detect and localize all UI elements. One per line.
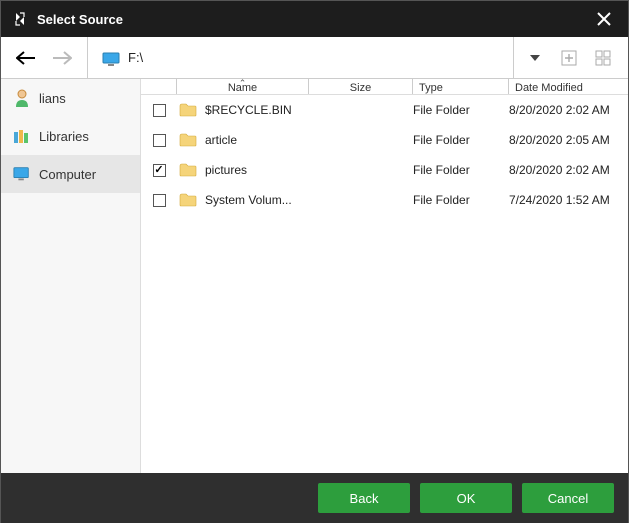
row-checkbox[interactable] bbox=[141, 194, 177, 207]
file-name: article bbox=[205, 133, 237, 147]
row-date-cell: 8/20/2020 2:02 AM bbox=[509, 103, 628, 117]
sidebar: lians Libraries Computer bbox=[1, 79, 141, 473]
dropdown-icon[interactable] bbox=[524, 47, 546, 69]
libraries-icon bbox=[13, 127, 31, 145]
sidebar-item-label: lians bbox=[39, 91, 66, 106]
path-display[interactable]: F:\ bbox=[87, 37, 499, 78]
sidebar-item-libraries[interactable]: Libraries bbox=[1, 117, 140, 155]
file-row[interactable]: $RECYCLE.BIN File Folder8/20/2020 2:02 AM bbox=[141, 95, 628, 125]
row-name-cell: $RECYCLE.BIN bbox=[177, 103, 309, 117]
ok-button[interactable]: OK bbox=[420, 483, 512, 513]
sidebar-item-user[interactable]: lians bbox=[1, 79, 140, 117]
row-date-cell: 7/24/2020 1:52 AM bbox=[509, 193, 628, 207]
path-text: F:\ bbox=[128, 50, 143, 65]
file-name: pictures bbox=[205, 163, 247, 177]
main-area: lians Libraries Computer ⌃ Name Size Typ… bbox=[1, 79, 628, 473]
row-name-cell: article bbox=[177, 133, 309, 147]
nav-back-button[interactable] bbox=[15, 47, 37, 69]
sidebar-item-label: Computer bbox=[39, 167, 96, 182]
back-button[interactable]: Back bbox=[318, 483, 410, 513]
column-header-type[interactable]: Type bbox=[413, 79, 509, 94]
nav-forward-button[interactable] bbox=[51, 47, 73, 69]
file-name: $RECYCLE.BIN bbox=[205, 103, 292, 117]
sort-ascending-icon: ⌃ bbox=[239, 79, 247, 89]
file-list: $RECYCLE.BINFile Folder8/20/2020 2:02 AM… bbox=[141, 95, 628, 473]
column-headers: ⌃ Name Size Type Date Modified bbox=[141, 79, 628, 95]
row-checkbox[interactable] bbox=[141, 134, 177, 147]
user-icon bbox=[13, 89, 31, 107]
new-folder-button[interactable] bbox=[558, 47, 580, 69]
row-name-cell: System Volum... bbox=[177, 193, 309, 207]
row-type-cell: File Folder bbox=[413, 133, 509, 147]
row-date-cell: 8/20/2020 2:05 AM bbox=[509, 133, 628, 147]
toolbar-right bbox=[513, 37, 614, 78]
footer: Back OK Cancel bbox=[1, 473, 628, 523]
column-header-date[interactable]: Date Modified bbox=[509, 79, 628, 94]
close-button[interactable] bbox=[590, 5, 618, 33]
sidebar-item-computer[interactable]: Computer bbox=[1, 155, 140, 193]
titlebar: Select Source bbox=[1, 1, 628, 37]
column-header-size[interactable]: Size bbox=[309, 79, 413, 94]
cancel-button[interactable]: Cancel bbox=[522, 483, 614, 513]
window-title: Select Source bbox=[37, 12, 590, 27]
file-row[interactable]: System Volum... File Folder7/24/2020 1:52… bbox=[141, 185, 628, 215]
row-type-cell: File Folder bbox=[413, 163, 509, 177]
app-logo-icon bbox=[11, 10, 29, 28]
row-name-cell: pictures bbox=[177, 163, 309, 177]
column-header-checkbox[interactable] bbox=[141, 79, 177, 94]
row-date-cell: 8/20/2020 2:02 AM bbox=[509, 163, 628, 177]
column-header-name[interactable]: ⌃ Name bbox=[177, 79, 309, 94]
drive-icon bbox=[102, 51, 120, 65]
sidebar-item-label: Libraries bbox=[39, 129, 89, 144]
file-area: ⌃ Name Size Type Date Modified $RECYCLE.… bbox=[141, 79, 628, 473]
computer-icon bbox=[13, 165, 31, 183]
row-checkbox[interactable] bbox=[141, 164, 177, 177]
row-type-cell: File Folder bbox=[413, 193, 509, 207]
view-mode-button[interactable] bbox=[592, 47, 614, 69]
file-row[interactable]: pictures File Folder8/20/2020 2:02 AM bbox=[141, 155, 628, 185]
toolbar: F:\ bbox=[1, 37, 628, 79]
row-type-cell: File Folder bbox=[413, 103, 509, 117]
row-checkbox[interactable] bbox=[141, 104, 177, 117]
file-row[interactable]: article File Folder8/20/2020 2:05 AM bbox=[141, 125, 628, 155]
file-name: System Volum... bbox=[205, 193, 292, 207]
